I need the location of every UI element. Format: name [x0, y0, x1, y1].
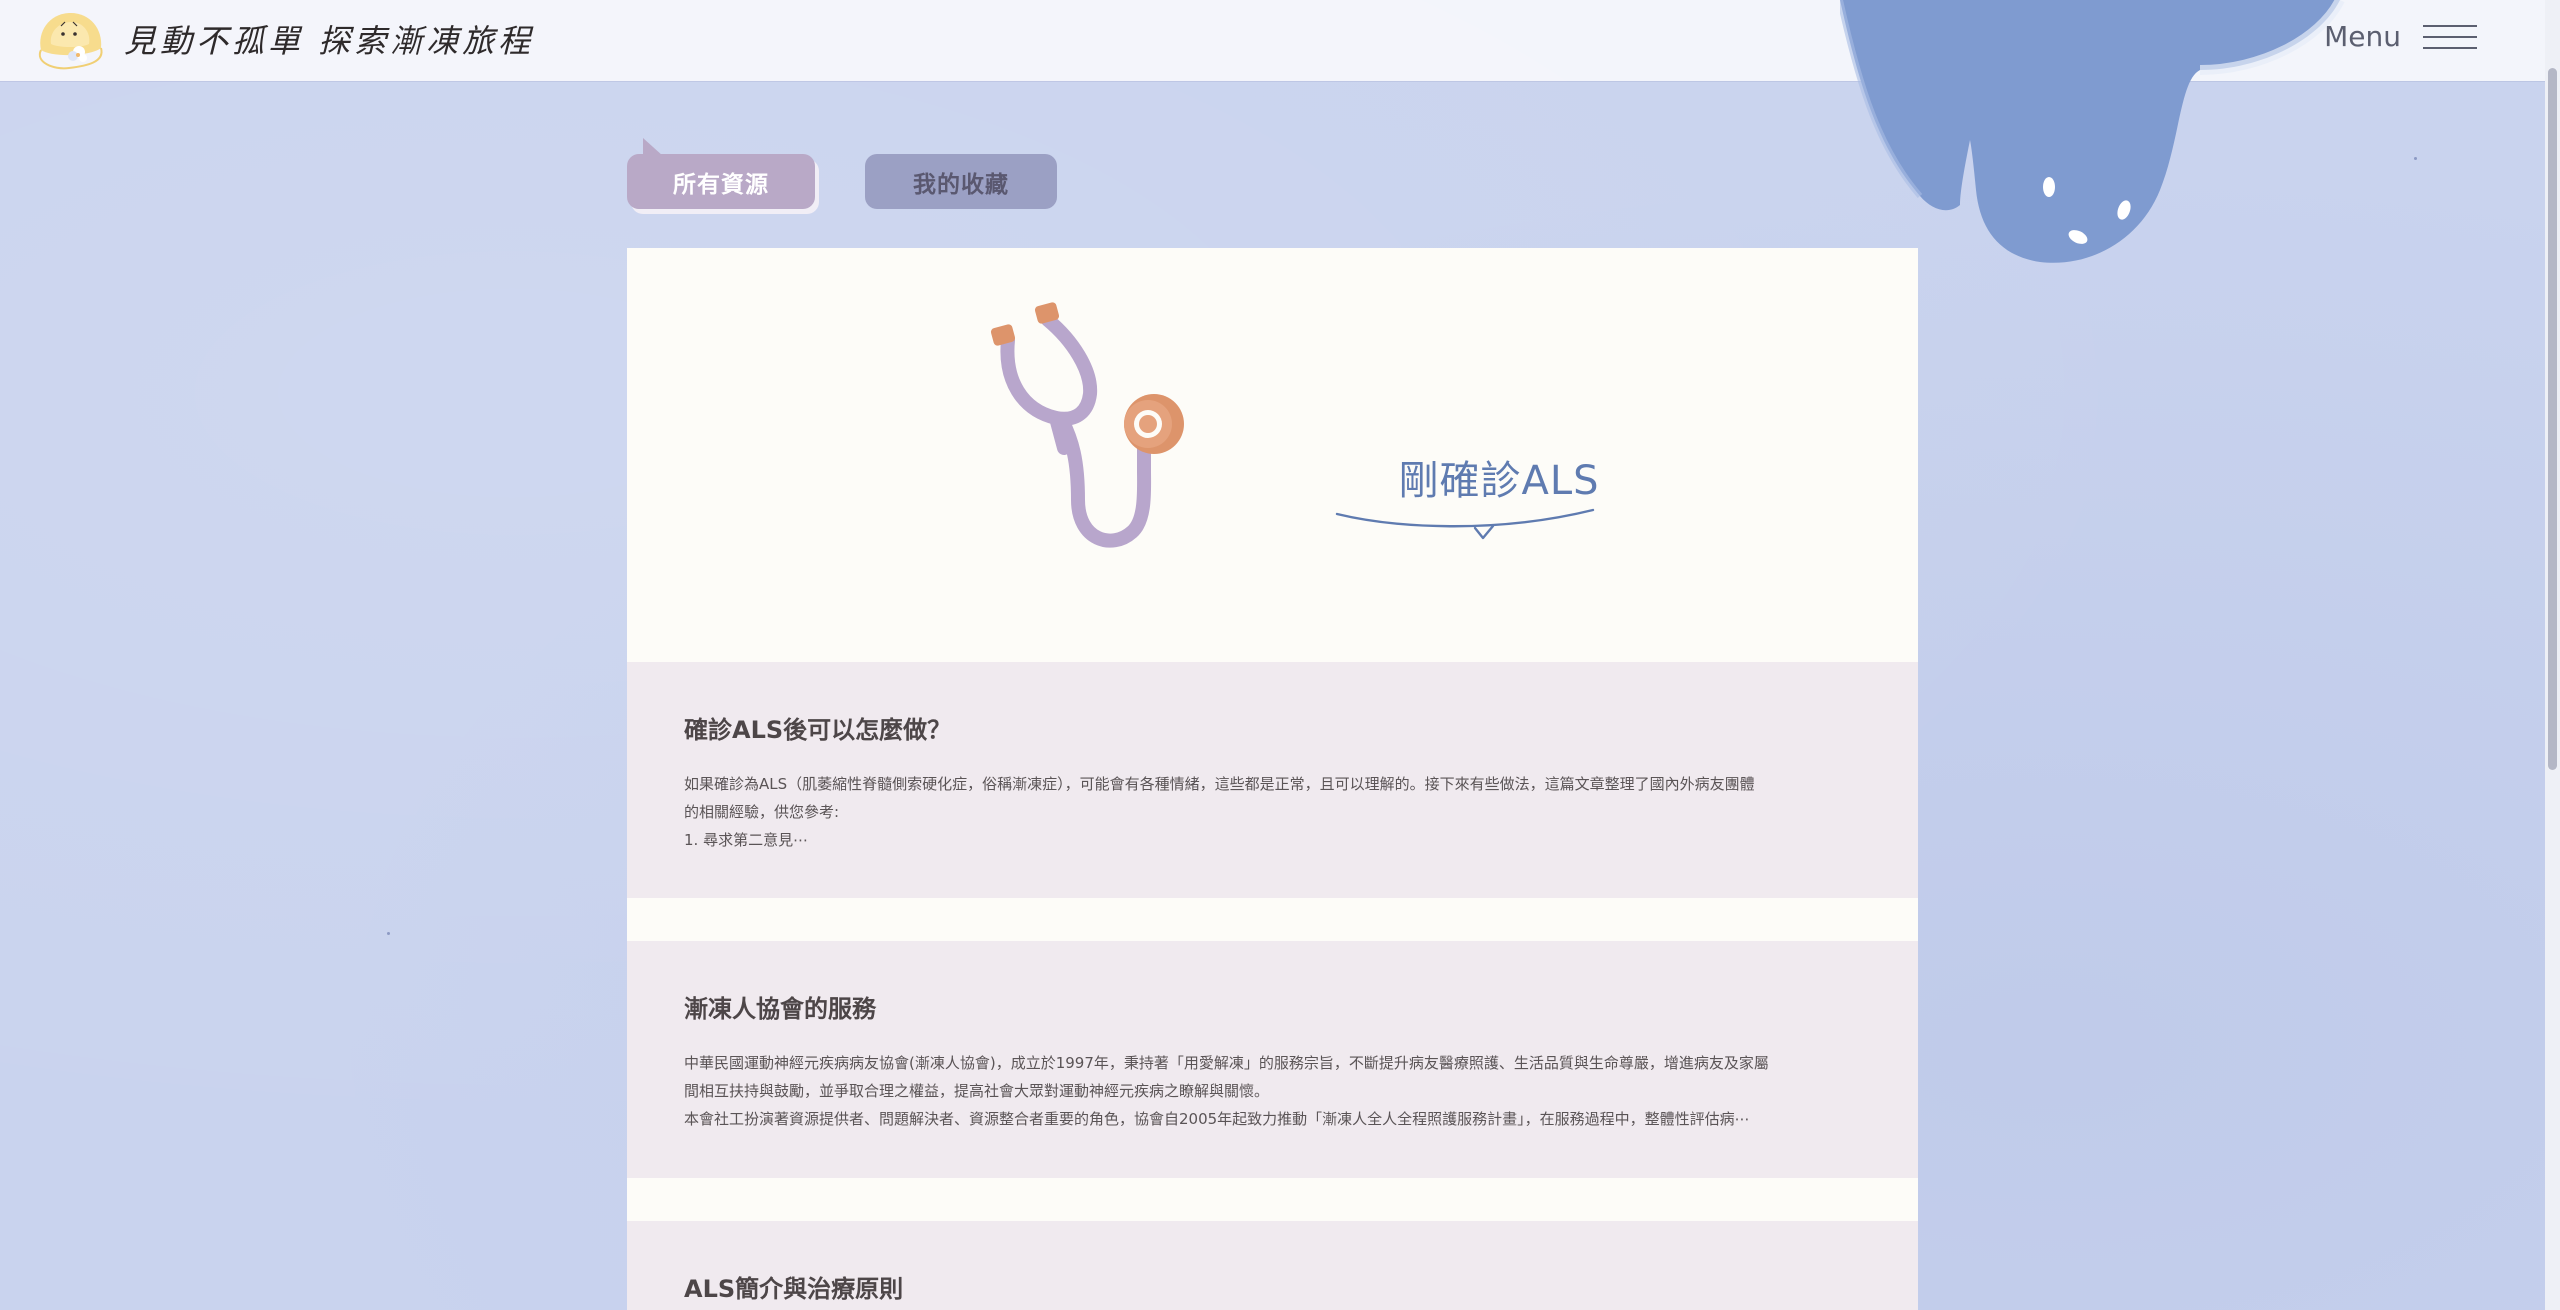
- background-speck: [2414, 157, 2417, 160]
- article-card[interactable]: 漸凍人協會的服務 中華民國運動神經元疾病病友協會(漸凍人協會)，成立於1997年…: [627, 941, 1918, 1178]
- tab-my-favorites[interactable]: 我的收藏: [865, 154, 1057, 209]
- article-excerpt-line: 中華民國運動神經元疾病病友協會(漸凍人協會)，成立於1997年，秉持著「用愛解凍…: [684, 1054, 1769, 1072]
- resource-list-card: 剛確診ALS 確診ALS後可以怎麼做？ 如果確診為ALS（肌萎縮性脊髓側索硬化症…: [627, 248, 1918, 1310]
- tab-all-resources[interactable]: 所有資源: [627, 138, 815, 209]
- article-title[interactable]: 漸凍人協會的服務: [684, 989, 876, 1024]
- menu-label[interactable]: Menu: [2324, 20, 2401, 53]
- hamburger-icon[interactable]: [2423, 24, 2477, 49]
- article-excerpt-line: 如果確診為ALS（肌萎縮性脊髓側索硬化症，俗稱漸凍症），可能會有各種情緒，這些都…: [684, 775, 1755, 793]
- article-title[interactable]: ALS簡介與治療原則: [684, 1269, 903, 1304]
- article-excerpt-line: 間相互扶持與鼓勵，並爭取合理之權益，提高社會大眾對運動神經元疾病之瞭解與關懷。: [684, 1082, 1270, 1100]
- menu-button[interactable]: Menu: [2324, 20, 2477, 53]
- article-excerpt-line: 1. 尋求第二意見⋯: [684, 831, 809, 849]
- category-title: 剛確診ALS: [1398, 458, 1600, 504]
- article-title[interactable]: 確診ALS後可以怎麼做？: [684, 710, 951, 745]
- site-title[interactable]: 見動不孤單 探索漸凍旅程: [124, 16, 534, 62]
- page-scrollbar[interactable]: [2545, 0, 2560, 1310]
- article-card[interactable]: ALS簡介與治療原則: [627, 1221, 1918, 1310]
- top-navigation-bar: 見動不孤單 探索漸凍旅程 Menu: [0, 0, 2545, 81]
- article-excerpt-line: 的相關經驗，供您參考:: [684, 803, 840, 821]
- article-card[interactable]: 確診ALS後可以怎麼做？ 如果確診為ALS（肌萎縮性脊髓側索硬化症，俗稱漸凍症）…: [627, 662, 1918, 898]
- article-excerpt: 中華民國運動神經元疾病病友協會(漸凍人協會)，成立於1997年，秉持著「用愛解凍…: [684, 1049, 1864, 1133]
- background-speck: [387, 932, 390, 935]
- category-hero: 剛確診ALS: [627, 248, 1918, 660]
- article-excerpt: 如果確診為ALS（肌萎縮性脊髓側索硬化症，俗稱漸凍症），可能會有各種情緒，這些都…: [684, 770, 1864, 854]
- speech-underline-icon: [1335, 508, 1595, 540]
- girl-with-flower-icon[interactable]: [33, 4, 109, 74]
- article-excerpt-line: 本會社工扮演著資源提供者、問題解決者、資源整合者重要的角色，協會自2005年起致…: [684, 1110, 1750, 1128]
- stethoscope-icon: [990, 302, 1184, 548]
- scrollbar-thumb[interactable]: [2548, 68, 2557, 770]
